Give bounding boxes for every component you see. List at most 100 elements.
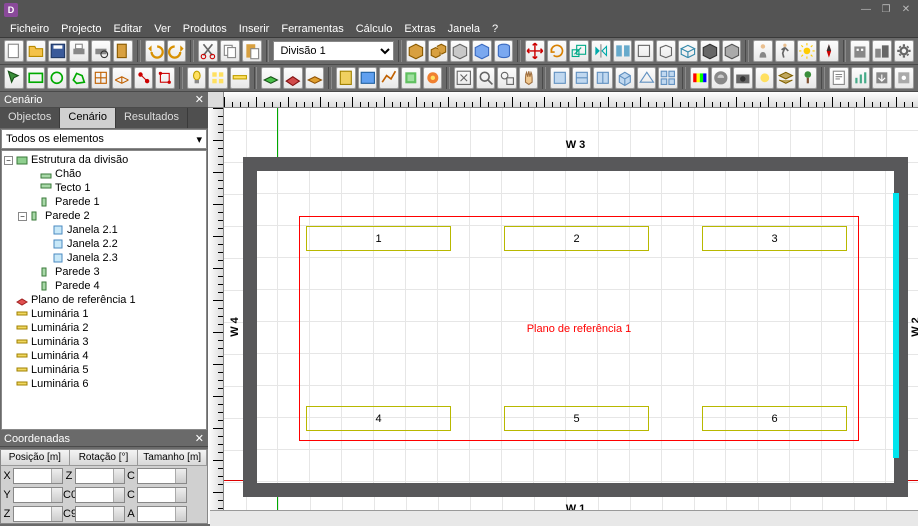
menu-ferramentas[interactable]: Ferramentas [275,23,349,35]
copy-icon[interactable] [220,40,240,62]
menu-calculo[interactable]: Cálculo [350,23,399,35]
element-filter-dropdown[interactable]: Todos os elementos ▾ [1,129,207,149]
light-line-icon[interactable] [230,67,250,89]
tree-node-parede3[interactable]: Parede 3 [4,265,204,279]
calc5-icon[interactable] [423,67,443,89]
size-c2-input[interactable] [137,487,187,503]
calc3-icon[interactable] [379,67,399,89]
menu-help[interactable]: ? [486,23,504,35]
view-front-icon[interactable] [572,67,592,89]
export-icon[interactable] [872,67,892,89]
report-icon[interactable] [829,67,849,89]
window-strip[interactable] [893,193,899,458]
tab-objects[interactable]: Objectos [0,108,60,128]
tree-node-root[interactable]: −Estrutura da divisão [4,153,204,167]
sun-icon[interactable] [797,40,817,62]
size-a-input[interactable] [137,506,187,522]
tree-node-lum6[interactable]: Luminária 6 [4,377,204,391]
camera-icon[interactable] [733,67,753,89]
align-icon[interactable] [613,40,633,62]
zoom-extents-icon[interactable] [454,67,474,89]
building-icon[interactable] [850,40,870,62]
zoom-window-icon[interactable] [497,67,517,89]
draw-rect-icon[interactable] [26,67,46,89]
maximize-button[interactable]: ❐ [878,4,894,16]
surface-icon[interactable] [261,67,281,89]
tree-node-lum3[interactable]: Luminária 3 [4,335,204,349]
render-icon[interactable] [711,67,731,89]
luminaire-1[interactable]: 1 [306,226,451,251]
tree-node-parede4[interactable]: Parede 4 [4,279,204,293]
view-3d-icon[interactable] [615,67,635,89]
tab-scenario[interactable]: Cenário [60,108,116,128]
save-icon[interactable] [48,40,68,62]
snap-cube-icon[interactable] [656,40,676,62]
tree-node-lum1[interactable]: Luminária 1 [4,307,204,321]
surface3-icon[interactable] [305,67,325,89]
solid-icon[interactable] [700,40,720,62]
print-preview-icon[interactable] [91,40,111,62]
size-c-input[interactable] [137,468,187,484]
mirror-icon[interactable] [591,40,611,62]
tree-node-lum2[interactable]: Luminária 2 [4,321,204,335]
minimize-button[interactable]: — [858,4,874,16]
division-select[interactable]: Divisão 1 [273,41,394,61]
rotate-icon[interactable] [547,40,567,62]
view-top-icon[interactable] [550,67,570,89]
open-file-icon[interactable] [26,40,46,62]
rot-c0-input[interactable] [75,487,125,503]
paste-icon[interactable] [113,40,133,62]
luminaire-3[interactable]: 3 [702,226,847,251]
tree-icon[interactable] [798,67,818,89]
luminaire-4[interactable]: 4 [306,406,451,431]
menu-inserir[interactable]: Inserir [233,23,276,35]
move-icon[interactable] [525,40,545,62]
calc1-icon[interactable] [336,67,356,89]
colormap-icon[interactable] [690,67,710,89]
chart-icon[interactable] [851,67,871,89]
tree-node-janela22[interactable]: Janela 2.2 [4,237,204,251]
collapse-icon[interactable]: − [18,212,27,221]
select-icon[interactable] [4,67,24,89]
calc4-icon[interactable] [401,67,421,89]
grid-icon[interactable] [91,67,111,89]
menu-janela[interactable]: Janela [442,23,486,35]
menu-editar[interactable]: Editar [107,23,148,35]
new-file-icon[interactable] [4,40,24,62]
snap-icon[interactable] [134,67,154,89]
shade-icon[interactable] [722,40,742,62]
boxes-icon[interactable] [428,40,448,62]
panel-close-icon[interactable]: ✕ [195,432,204,445]
panel-close-icon[interactable]: ✕ [195,93,204,106]
surface2-icon[interactable] [283,67,303,89]
snap-rect-icon[interactable] [634,40,654,62]
rot-c90-input[interactable] [75,506,125,522]
rot-z-input[interactable] [75,468,125,484]
close-window-button[interactable]: ✕ [898,4,914,16]
undo-icon[interactable] [145,40,165,62]
draw-poly-icon[interactable] [69,67,89,89]
light-field-icon[interactable] [208,67,228,89]
view-persp-icon[interactable] [637,67,657,89]
cut-icon[interactable] [198,40,218,62]
tree-node-tecto[interactable]: Tecto 1 [4,181,204,195]
menu-projecto[interactable]: Projecto [55,23,107,35]
menu-ver[interactable]: Ver [148,23,177,35]
compass-icon[interactable] [819,40,839,62]
settings2-icon[interactable] [894,67,914,89]
calc2-icon[interactable] [358,67,378,89]
tree-node-plano[interactable]: Plano de referência 1 [4,293,204,307]
luminaire-2[interactable]: 2 [504,226,649,251]
print-icon[interactable] [69,40,89,62]
zoom-icon[interactable] [476,67,496,89]
wireframe-icon[interactable] [678,40,698,62]
tree-node-chao[interactable]: Chão [4,167,204,181]
layers-icon[interactable] [776,67,796,89]
grid3d-icon[interactable] [112,67,132,89]
horizontal-scrollbar[interactable] [210,510,918,526]
pos-z-input[interactable] [13,506,63,522]
view-side-icon[interactable] [593,67,613,89]
tree-node-janela23[interactable]: Janela 2.3 [4,251,204,265]
menu-produtos[interactable]: Produtos [177,23,233,35]
luminaire-5[interactable]: 5 [504,406,649,431]
